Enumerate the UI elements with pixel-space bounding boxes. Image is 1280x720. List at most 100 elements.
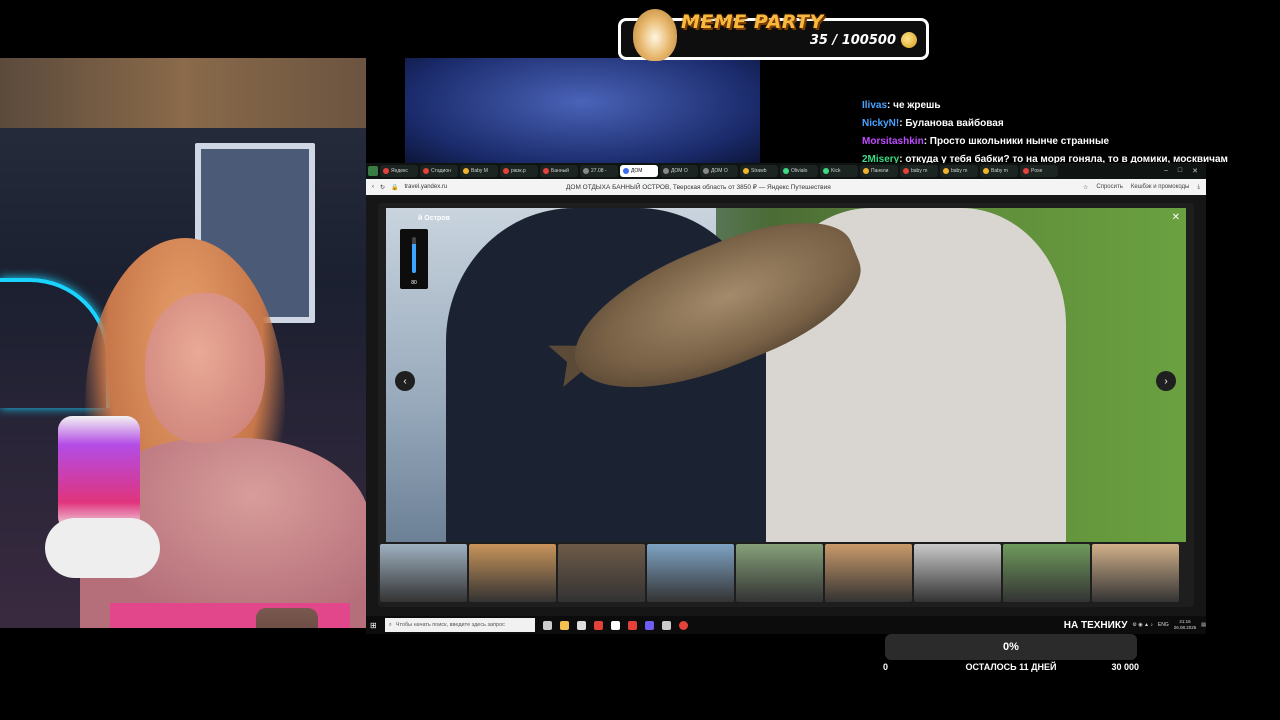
taskbar-search-placeholder: Чтобы начать поиск, введите здесь запрос [395,622,505,628]
app-icon[interactable] [644,620,654,630]
calendar-icon[interactable] [576,620,586,630]
prev-photo-button[interactable]: ‹ [395,371,415,391]
tab-label: Strawb [751,168,767,174]
tab-favicon-icon [583,168,589,174]
tab-favicon-icon [983,168,989,174]
clock[interactable]: 21:16 26.08.2025 [1174,619,1197,631]
photo-thumbnail[interactable] [1003,544,1090,602]
taskbar-search[interactable]: ⌕ Чтобы начать поиск, введите здесь запр… [384,618,535,632]
chat-text: : че жрешь [887,100,941,111]
chat-text: : Буланова вайбовая [899,118,1004,129]
photo-thumbnail[interactable] [1092,544,1179,602]
obs-icon[interactable] [678,620,688,630]
browser-tab[interactable]: Банный [540,165,578,177]
meme-party-title: MEME PARTY [681,11,824,33]
tab-favicon-icon [463,168,469,174]
tab-favicon-icon [783,168,789,174]
photo-thumbnail[interactable] [736,544,823,602]
task-view-icon[interactable] [542,620,552,630]
browser-tab[interactable]: Kick [820,165,858,177]
browser-tab[interactable]: 27.08 - [580,165,618,177]
minimize-icon[interactable]: – [1164,167,1168,175]
meme-party-widget: MEME PARTY 35 / 100500 [618,9,929,61]
tab-label: ржзк.р [511,168,526,174]
background-poster [405,58,760,168]
volume-fill [412,244,416,273]
start-icon[interactable]: ⊞ [370,621,377,630]
close-icon[interactable]: ✕ [1172,212,1180,223]
photo-thumbnail[interactable] [469,544,556,602]
ask-button[interactable]: Спросить [1096,184,1122,190]
photo-thumbnail[interactable] [647,544,734,602]
folder-icon[interactable] [559,620,569,630]
url-text[interactable]: travel.yandex.ru [405,184,448,190]
browser-tab[interactable]: ДОМ О [700,165,738,177]
page-title: ДОМ ОТДЫХА БАННЫЙ ОСТРОВ, Тверская облас… [566,184,831,191]
tab-label: baby m [911,168,928,174]
bookmark-icon[interactable]: ☆ [1083,184,1088,191]
tab-favicon-icon [863,168,869,174]
tab-favicon-icon [1023,168,1029,174]
browser-tab[interactable]: Baby M [460,165,498,177]
tab-label: ДОМ [631,168,643,174]
webcam-wall [0,58,366,128]
browser-tab[interactable]: Рose [1020,165,1058,177]
browser-tab[interactable]: Стадион [420,165,458,177]
browser-tab[interactable]: Панели [860,165,898,177]
tray-icons[interactable]: ⚙ ◉ ▲ ♪ [1132,622,1152,628]
language-indicator[interactable]: ENG [1158,622,1169,628]
next-photo-button[interactable]: › [1156,371,1176,391]
donation-goal-bar: 0% [885,634,1137,660]
app-icon[interactable] [627,620,637,630]
tab-label: 27.08 - [591,168,607,174]
doge-icon [633,9,677,61]
tab-favicon-icon [383,168,389,174]
photo-thumbnail[interactable] [380,544,467,602]
tab-label: Стадион [431,168,451,174]
photo-thumbnail[interactable] [825,544,912,602]
tab-favicon-icon [903,168,909,174]
browser-tab[interactable]: Яндекс [380,165,418,177]
browser-tab[interactable]: baby m [940,165,978,177]
volume-overlay: 80 [400,229,428,289]
settings-icon[interactable] [661,620,671,630]
reload-icon[interactable]: ↻ [380,184,385,191]
back-icon[interactable]: ‹ [372,184,374,190]
yandex-browser-icon[interactable] [610,620,620,630]
thumbnail-strip [380,544,1192,604]
volume-value: 80 [411,280,417,286]
photo-main: й Остров ✕ [386,208,1186,542]
browser-tab[interactable]: ДОМ О [660,165,698,177]
browser-tab[interactable]: baby m [900,165,938,177]
photo-thumbnail[interactable] [914,544,1001,602]
browser-tab[interactable]: ДОМ [620,165,658,177]
tab-favicon-icon [703,168,709,174]
app-icon[interactable] [593,620,603,630]
chat-message: NickyN!: Буланова вайбовая [862,115,1272,133]
tab-favicon-icon [743,168,749,174]
browser-tab[interactable]: Baby m [980,165,1018,177]
tab-label: Kick [831,168,841,174]
notification-icon[interactable]: ▤ [1201,622,1206,628]
browser-menu-icon[interactable] [368,166,378,176]
tab-favicon-icon [503,168,509,174]
download-icon[interactable]: ⤓ [1197,184,1200,191]
close-window-icon[interactable]: ✕ [1192,167,1198,175]
tab-label: Olivialo [791,168,808,174]
browser-tab[interactable]: ржзк.р [500,165,538,177]
streamer-face [145,293,265,443]
desktop-capture: Яндекс Стадион Baby M ржзк.р Банный 27.08 - ДО… [366,163,1206,634]
tab-favicon-icon [663,168,669,174]
browser-tab[interactable]: Strawb [740,165,778,177]
tab-favicon-icon [623,168,629,174]
chat-message: Ilivas: че жрешь [862,97,1272,115]
address-bar[interactable]: ‹ ↻ 🔒 travel.yandex.ru ДОМ ОТДЫХА БАННЫЙ… [366,179,1206,195]
webcam-feed [0,58,366,628]
cashback-button[interactable]: Кешбэк и промокоды [1131,184,1189,190]
microphone [58,416,140,531]
tab-favicon-icon [823,168,829,174]
chat-overlay: Ilivas: че жрешь NickyN!: Буланова вайбо… [862,97,1272,169]
browser-tab[interactable]: Olivialo [780,165,818,177]
photo-thumbnail[interactable] [558,544,645,602]
maximize-icon[interactable]: □ [1178,167,1182,175]
